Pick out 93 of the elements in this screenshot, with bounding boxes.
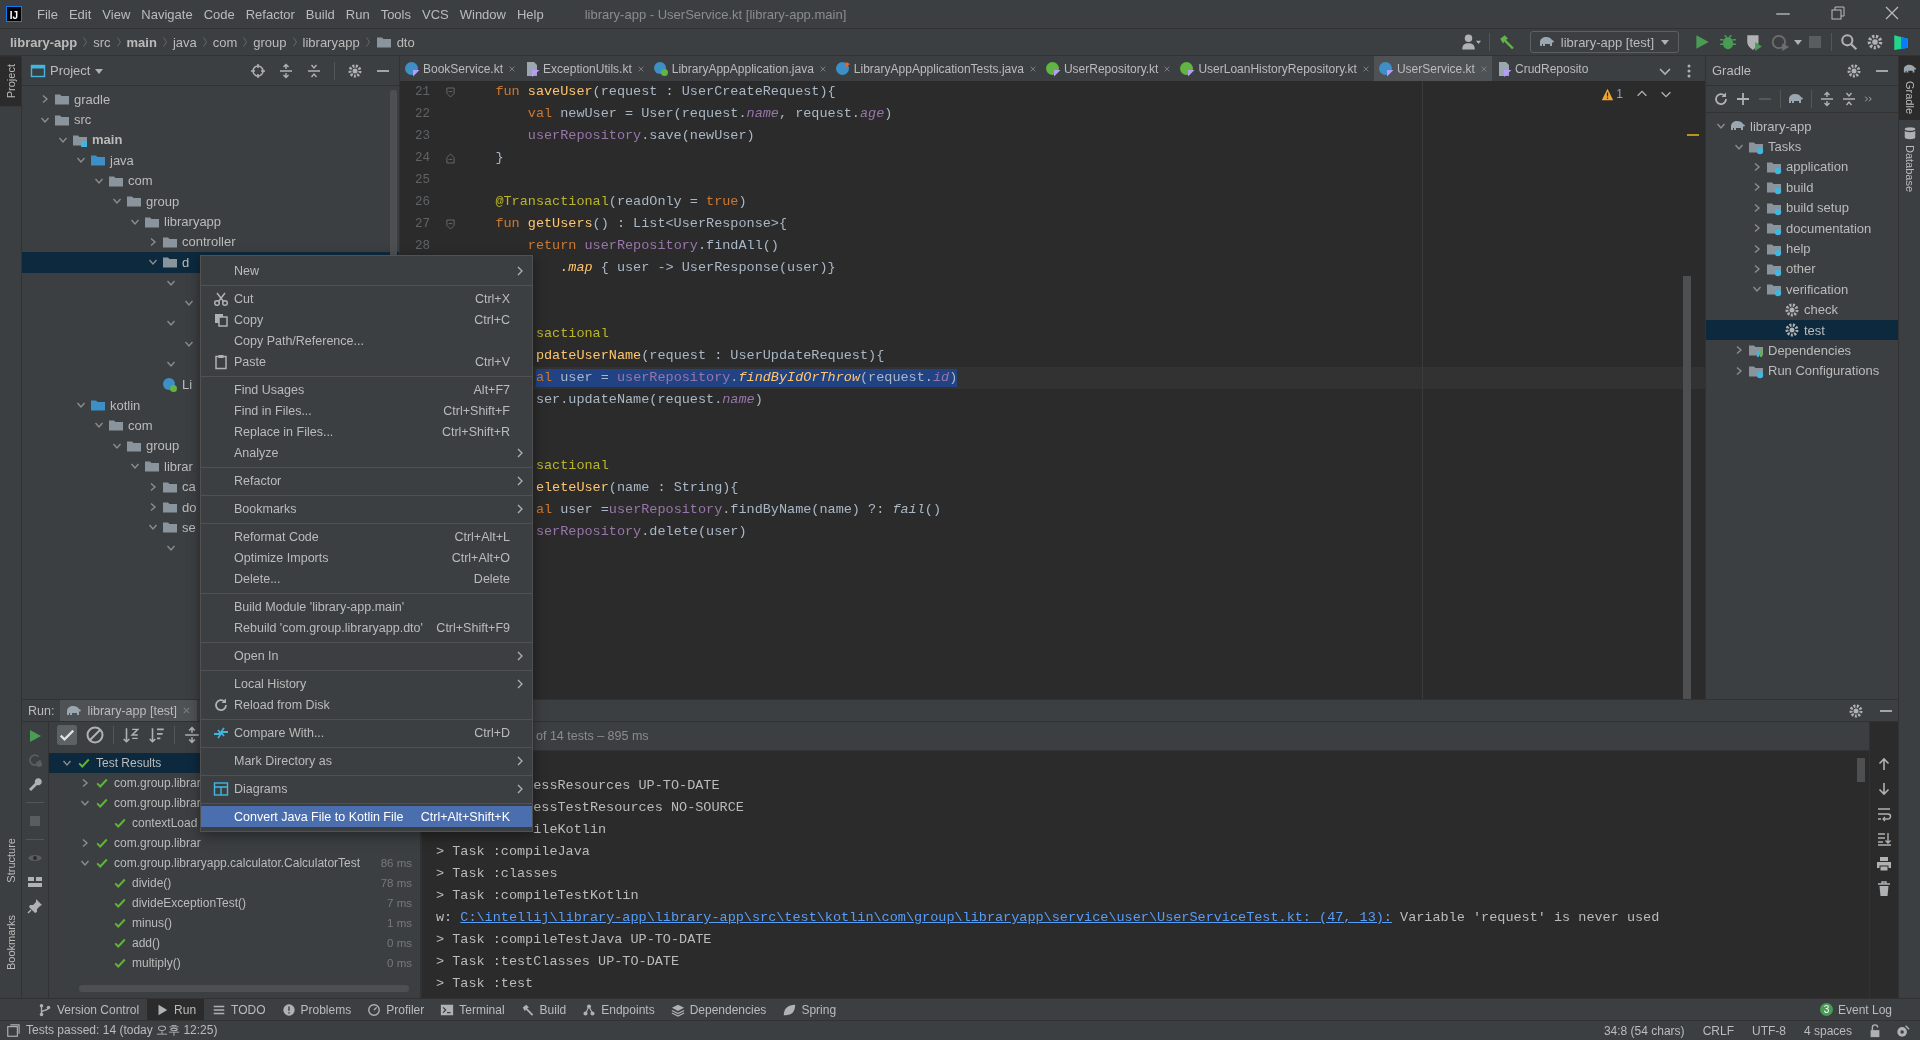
test-name: com.group.librar (114, 776, 201, 790)
tab-label: LibraryAppApplication.java (671, 62, 814, 76)
code-line: fun getUsers() : List<UserResponse>{ (495, 215, 788, 233)
tree-label: com (128, 417, 153, 433)
tree-label: java (110, 152, 134, 168)
tree-label: d (182, 254, 190, 270)
tree-label: librar (164, 458, 193, 474)
console-line: > Task :compileTestKotlin (436, 887, 639, 905)
tree-label: documentation (1786, 220, 1872, 236)
line-number: 27 (415, 217, 430, 231)
tree-label: Tasks (1768, 139, 1802, 155)
test-duration: 78 ms (380, 877, 413, 889)
tree-label: check (1804, 302, 1838, 318)
line-number: 28 (415, 239, 430, 253)
test-name: divideExceptionTest() (132, 896, 247, 910)
tab-label: UserLoanHistoryRepository.kt (1198, 62, 1357, 76)
test-duration: 1 ms (387, 917, 413, 929)
tree-label: library-app (1750, 118, 1812, 134)
window-title: library-app - UserService.kt [library-app.main] (584, 6, 847, 22)
panel-title: Gradle (1712, 63, 1752, 78)
code-line: eleteUser(name : String){ (535, 479, 739, 497)
console-line: w: C:\intellij\library-app\library-app\src\test\kotlin\com\group\libraryapp\service\user\UserServiceTest.kt: (47, 13): Variable 'request' is never used (436, 909, 1661, 927)
line-number: 24 (415, 151, 430, 165)
test-name: contextLoad (132, 816, 198, 830)
tab-label: LibraryAppApplicationTests.java (853, 62, 1024, 76)
tree-label: se (182, 519, 196, 535)
tree-label: build setup (1786, 200, 1849, 216)
console-line: essResources UP-TO-DATE (533, 777, 720, 795)
code-line: .map { user -> UserResponse(user)} (560, 259, 836, 277)
code-line: return userRepository.findAll() (527, 237, 779, 255)
tree-label: test (1804, 322, 1825, 338)
tree-label: ca (182, 479, 196, 495)
code-line: al user =userRepository.findByName(name) ?: fail() (535, 501, 941, 519)
tree-label: other (1786, 261, 1816, 277)
code-line: } (495, 149, 504, 167)
tree-label: group (146, 438, 180, 454)
tab-label: BookService.kt (423, 62, 504, 76)
code-line: @Transactional(readOnly = true) (495, 193, 747, 211)
tab-label: CrudReposito (1514, 62, 1589, 76)
tree-label: application (1786, 159, 1849, 175)
tab-label: ExceptionUtils.kt (543, 62, 632, 76)
console-line: essTestResources NO-SOURCE (533, 799, 744, 817)
test-name: divide() (132, 876, 172, 890)
tree-label: Run Configurations (1768, 363, 1880, 379)
code-line: userRepository.save(newUser) (527, 127, 755, 145)
tab-label: UserRepository.kt (1063, 62, 1159, 76)
code-line: sactional (535, 325, 609, 343)
tab-label: UserService.kt (1396, 62, 1475, 76)
test-name: Test Results (96, 756, 162, 770)
tree-label: do (182, 499, 197, 515)
code-line: pdateUserName(request : UserUpdateRequest){ (535, 347, 885, 365)
panel-title: Run: (28, 703, 55, 718)
line-number: 21 (415, 85, 430, 99)
code-line: fun saveUser(request : UserCreateRequest){ (495, 83, 836, 101)
console-line: > Task :testClasses UP-TO-DATE (436, 953, 680, 971)
code-line: serRepository.delete(user) (535, 523, 747, 541)
console-line: > Task :compileJava (436, 843, 590, 861)
status-message: Tests passed: 14 (today 오후 12:25) (26, 1022, 218, 1039)
code-line: sactional (535, 457, 609, 475)
console-line: > Task :classes (436, 865, 558, 883)
test-name: minus() (132, 916, 172, 930)
tree-label: com (128, 173, 153, 189)
tree-label: kotlin (110, 397, 141, 413)
tree-label: build (1786, 179, 1814, 195)
tab-label: library-app [test] (87, 703, 178, 718)
tree-label: help (1786, 241, 1811, 257)
tree-label: group (146, 193, 180, 209)
test-name: com.group.libraryapp.calculator.CalculatorTest (114, 856, 361, 870)
code-line: val newUser = User(request.name, request.age) (527, 105, 893, 123)
test-summary: of 14 tests – 895 ms (536, 729, 649, 743)
tree-label: verification (1786, 281, 1849, 297)
tree-label: Dependencies (1768, 343, 1852, 358)
count-badge: 3 (1819, 1003, 1833, 1016)
tree-label: main (92, 132, 123, 148)
tree-label: controller (182, 234, 236, 250)
line-number: 25 (415, 173, 430, 187)
test-name: add() (132, 936, 160, 950)
test-name: multiply() (132, 956, 181, 970)
tree-label: gradle (74, 91, 111, 107)
tree-label: libraryapp (164, 214, 222, 230)
tree-label: src (74, 112, 92, 128)
line-number: 26 (415, 195, 430, 209)
console-line: > Task :test (436, 975, 534, 993)
tree-label: Li (182, 377, 193, 393)
app-logo: IJ (6, 6, 22, 22)
line-number: 23 (415, 129, 430, 143)
test-name: com.group.librar (114, 836, 201, 850)
code-line: ser.updateName(request.name) (535, 391, 763, 409)
warning-count: 1 (1616, 87, 1623, 101)
test-name: com.group.librar (114, 796, 201, 810)
console-line: > Task :compileTestJava UP-TO-DATE (436, 931, 712, 949)
console-line: ileKotlin (533, 821, 607, 839)
line-number: 22 (415, 107, 430, 121)
